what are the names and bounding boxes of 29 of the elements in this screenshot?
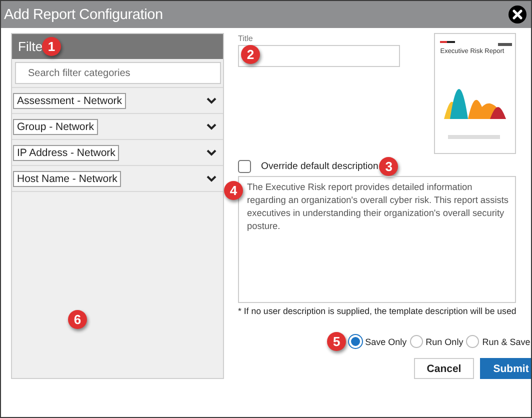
submit-button[interactable]: Submit (480, 358, 531, 379)
chevron-icon[interactable] (206, 148, 217, 156)
callout-badge: 4 (224, 181, 243, 200)
radio-option[interactable]: Save Only (349, 335, 407, 348)
callout-badge: 5 (327, 332, 346, 351)
button-drawing (448, 135, 500, 139)
callout-badge: 6 (68, 310, 87, 329)
title-field[interactable] (238, 45, 400, 67)
close-icon[interactable] (508, 5, 527, 24)
override-label: Override default description (261, 161, 378, 172)
radio-option[interactable]: Run Only (410, 335, 464, 348)
description-field[interactable]: The Executive Risk report provides detailed information regarding an organization's overall cyber risk. This report assists executives in understanding their organization's overall security posture. (238, 176, 516, 303)
search-field[interactable]: Search filter categories (15, 62, 221, 84)
filter-category[interactable]: Host Name - Network (13, 170, 122, 186)
chevron-icon[interactable] (206, 96, 217, 104)
cancel-button[interactable]: Cancel (414, 358, 474, 379)
callout-badge: 3 (379, 157, 398, 176)
override-checkbox[interactable] (238, 160, 251, 173)
title-label: Title (238, 34, 254, 43)
chevron-icon[interactable] (206, 174, 217, 182)
filter-category[interactable]: IP Address - Network (13, 144, 120, 160)
filter-category[interactable]: Group - Network (13, 118, 98, 134)
filters-heading: Filte (18, 39, 43, 54)
radio-option[interactable]: Run & Save (466, 335, 530, 348)
chevron-icon[interactable] (206, 122, 217, 130)
filter-category[interactable]: Assessment - Network (13, 92, 126, 108)
description-note: * If no user description is supplied, the template description will be used (238, 306, 516, 316)
callout-badge: 1 (42, 37, 61, 56)
window-title: Add Report Configuration (4, 6, 163, 22)
